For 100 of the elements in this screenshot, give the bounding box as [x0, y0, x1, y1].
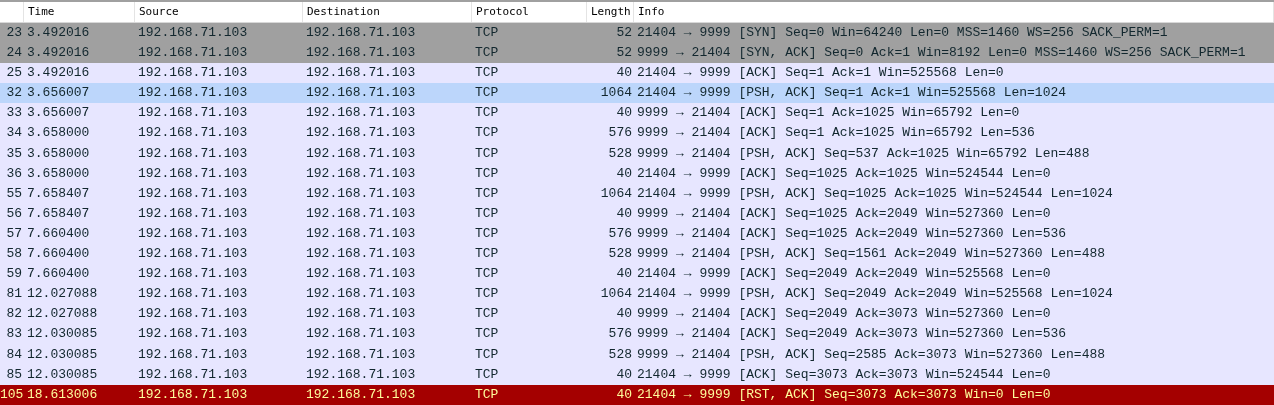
source-address: 192.168.71.103 [137, 285, 249, 304]
info-cell-text: 21404 → 9999 [RST, ACK] Seq=3073 Ack=3073 Win=0 Len=0 [636, 385, 1052, 404]
packet-time: 7.660400 [26, 245, 91, 264]
info-cell-text: 9999 → 21404 [ACK] Seq=1025 Ack=2049 Win=527360 Len=0 [636, 204, 1052, 223]
source-address: 192.168.71.103 [137, 124, 249, 143]
length-cell-text: 528 [607, 245, 633, 264]
info-cell-text: 9999 → 21404 [PSH, ACK] Seq=537 Ack=1025 Win=65792 Len=488 [636, 144, 1091, 163]
packet-time: 3.656007 [26, 104, 91, 123]
source-address: 192.168.71.103 [137, 204, 249, 223]
packet-row[interactable]: 36 3.658000 192.168.71.103 192.168.71.103 TCP 40 21404 → 9999 [ACK] Seq=1025 Ack=1025 Win=524544 Len=0 [0, 163, 1274, 184]
packet-time: 12.030085 [26, 365, 99, 384]
destination-address: 192.168.71.103 [305, 64, 417, 83]
protocol-cell-text: TCP [474, 224, 500, 243]
packet-number: 55 [5, 184, 23, 203]
source-address: 192.168.71.103 [137, 365, 249, 384]
packet-row[interactable]: 23 3.492016 192.168.71.103 192.168.71.103 TCP 52 21404 → 9999 [SYN] Seq=0 Win=64240 Len=0 MSS=1460 WS=256 SACK_PERM=1 [0, 23, 1274, 44]
source-address: 192.168.71.103 [137, 144, 249, 163]
packet-row[interactable]: 34 3.658000 192.168.71.103 192.168.71.103 TCP 576 9999 → 21404 [ACK] Seq=1 Ack=1025 Win=65792 Len=536 [0, 123, 1274, 144]
info-cell-text: 9999 → 21404 [ACK] Seq=1 Ack=1025 Win=65792 Len=0 [636, 104, 1021, 123]
source-address: 192.168.71.103 [137, 164, 249, 183]
packet-row[interactable]: 56 7.658407 192.168.71.103 192.168.71.103 TCP 40 9999 → 21404 [ACK] Seq=1025 Ack=2049 Win=527360 Len=0 [0, 203, 1274, 224]
length-cell-text: 1064 [599, 184, 633, 203]
length-cell-text: 1064 [599, 84, 633, 103]
length-cell-text: 40 [615, 305, 633, 324]
info-cell-text: 21404 → 9999 [PSH, ACK] Seq=1025 Ack=1025 Win=524544 Len=1024 [636, 184, 1114, 203]
source-address: 192.168.71.103 [137, 345, 249, 364]
protocol-cell-text: TCP [474, 84, 500, 103]
protocol-cell-text: TCP [474, 124, 500, 143]
info-cell-text: 9999 → 21404 [PSH, ACK] Seq=2585 Ack=3073 Win=527360 Len=488 [636, 345, 1107, 364]
length-cell-text: 40 [615, 265, 633, 284]
packet-number: 56 [5, 204, 23, 223]
column-header[interactable]: Destination [303, 2, 472, 22]
destination-address: 192.168.71.103 [305, 385, 417, 404]
packet-number: 82 [5, 305, 23, 324]
packet-row[interactable]: 82 12.027088 192.168.71.103 192.168.71.103 TCP 40 9999 → 21404 [ACK] Seq=2049 Ack=3073 Win=527360 Len=0 [0, 304, 1274, 325]
packet-row[interactable]: 83 12.030085 192.168.71.103 192.168.71.103 TCP 576 9999 → 21404 [ACK] Seq=2049 Ack=3073 Win=527360 Len=536 [0, 324, 1274, 345]
destination-address: 192.168.71.103 [305, 84, 417, 103]
info-cell-text: 21404 → 9999 [ACK] Seq=1025 Ack=1025 Win=524544 Len=0 [636, 164, 1052, 183]
destination-address: 192.168.71.103 [305, 184, 417, 203]
packet-time: 12.030085 [26, 325, 99, 344]
protocol-cell-text: TCP [474, 104, 500, 123]
info-cell-text: 21404 → 9999 [ACK] Seq=1 Ack=1 Win=525568 Len=0 [636, 64, 1005, 83]
protocol-cell-text: TCP [474, 285, 500, 304]
source-address: 192.168.71.103 [137, 305, 249, 324]
length-cell-text: 576 [607, 124, 633, 143]
protocol-cell-text: TCP [474, 345, 500, 364]
length-cell-text: 40 [615, 64, 633, 83]
packet-row[interactable]: 32 3.656007 192.168.71.103 192.168.71.103 TCP 1064 21404 → 9999 [PSH, ACK] Seq=1 Ack=1 Win=525568 Len=1024 [0, 83, 1274, 104]
packet-time: 7.658407 [26, 204, 91, 223]
packet-time: 3.656007 [26, 84, 91, 103]
protocol-cell-text: TCP [474, 24, 500, 42]
packet-row[interactable]: 81 12.027088 192.168.71.103 192.168.71.103 TCP 1064 21404 → 9999 [PSH, ACK] Seq=2049 Ack=2049 Win=525568 Len=1024 [0, 284, 1274, 305]
packet-row[interactable]: 35 3.658000 192.168.71.103 192.168.71.103 TCP 528 9999 → 21404 [PSH, ACK] Seq=537 Ack=1025 Win=65792 Len=488 [0, 143, 1274, 164]
packet-row[interactable]: 33 3.656007 192.168.71.103 192.168.71.103 TCP 40 9999 → 21404 [ACK] Seq=1 Ack=1025 Win=65792 Len=0 [0, 103, 1274, 124]
length-cell-text: 40 [615, 204, 633, 223]
packet-row[interactable]: 58 7.660400 192.168.71.103 192.168.71.103 TCP 528 9999 → 21404 [PSH, ACK] Seq=1561 Ack=2049 Win=527360 Len=488 [0, 244, 1274, 265]
packet-time: 3.658000 [26, 124, 91, 143]
column-header[interactable]: Info [634, 2, 1274, 22]
destination-address: 192.168.71.103 [305, 245, 417, 264]
packet-row[interactable]: 57 7.660400 192.168.71.103 192.168.71.103 TCP 576 9999 → 21404 [ACK] Seq=1025 Ack=2049 Win=527360 Len=536 [0, 223, 1274, 245]
source-address: 192.168.71.103 [137, 44, 249, 63]
source-address: 192.168.71.103 [137, 104, 249, 123]
protocol-cell-text: TCP [474, 265, 500, 284]
column-header[interactable]: Source [135, 2, 303, 22]
packet-time: 7.660400 [26, 224, 91, 243]
packet-number: 35 [5, 144, 23, 163]
protocol-cell-text: TCP [474, 385, 500, 404]
protocol-cell-text: TCP [474, 305, 500, 324]
info-cell-text: 21404 → 9999 [ACK] Seq=2049 Ack=2049 Win=525568 Len=0 [636, 265, 1052, 284]
packet-number: 36 [5, 164, 23, 183]
packet-number: 32 [5, 84, 23, 103]
packet-row[interactable]: 105 18.613006 192.168.71.103 192.168.71.103 TCP 40 21404 → 9999 [RST, ACK] Seq=3073 Ack=3073 Win=0 Len=0 [0, 384, 1274, 405]
protocol-cell-text: TCP [474, 64, 500, 83]
length-cell-text: 40 [615, 164, 633, 183]
destination-address: 192.168.71.103 [305, 345, 417, 364]
packet-row[interactable]: 55 7.658407 192.168.71.103 192.168.71.103 TCP 1064 21404 → 9999 [PSH, ACK] Seq=1025 Ack=1025 Win=524544 Len=1024 [0, 183, 1274, 204]
protocol-cell-text: TCP [474, 245, 500, 264]
protocol-cell-text: TCP [474, 325, 500, 344]
packet-row[interactable]: 24 3.492016 192.168.71.103 192.168.71.103 TCP 52 9999 → 21404 [SYN, ACK] Seq=0 Ack=1 Win=8192 Len=0 MSS=1460 WS=256 SACK_PERM=1 [0, 43, 1274, 64]
source-address: 192.168.71.103 [137, 184, 249, 203]
column-header[interactable]: Protocol [472, 2, 587, 22]
packet-number: 105 [0, 385, 24, 404]
packet-time: 7.660400 [26, 265, 91, 284]
destination-address: 192.168.71.103 [305, 24, 417, 42]
column-header[interactable]: Length [587, 2, 634, 22]
length-cell-text: 40 [615, 104, 633, 123]
protocol-cell-text: TCP [474, 184, 500, 203]
destination-address: 192.168.71.103 [305, 164, 417, 183]
packet-number: 24 [5, 44, 23, 63]
packet-row[interactable]: 59 7.660400 192.168.71.103 192.168.71.103 TCP 40 21404 → 9999 [ACK] Seq=2049 Ack=2049 Win=525568 Len=0 [0, 264, 1274, 285]
packet-row[interactable]: 84 12.030085 192.168.71.103 192.168.71.103 TCP 528 9999 → 21404 [PSH, ACK] Seq=2585 Ack=3073 Win=527360 Len=488 [0, 344, 1274, 365]
column-header[interactable]: Time [24, 2, 135, 22]
length-cell-text: 52 [615, 44, 633, 63]
info-cell-text: 9999 → 21404 [ACK] Seq=1 Ack=1025 Win=65792 Len=536 [636, 124, 1036, 143]
protocol-cell-text: TCP [474, 204, 500, 223]
destination-address: 192.168.71.103 [305, 204, 417, 223]
packet-row[interactable]: 25 3.492016 192.168.71.103 192.168.71.103 TCP 40 21404 → 9999 [ACK] Seq=1 Ack=1 Win=525568 Len=0 [0, 63, 1274, 84]
packet-row[interactable]: 85 12.030085 192.168.71.103 192.168.71.103 TCP 40 21404 → 9999 [ACK] Seq=3073 Ack=3073 Win=524544 Len=0 [0, 364, 1274, 385]
packet-number: 58 [5, 245, 23, 264]
packet-time: 18.613006 [26, 385, 99, 404]
